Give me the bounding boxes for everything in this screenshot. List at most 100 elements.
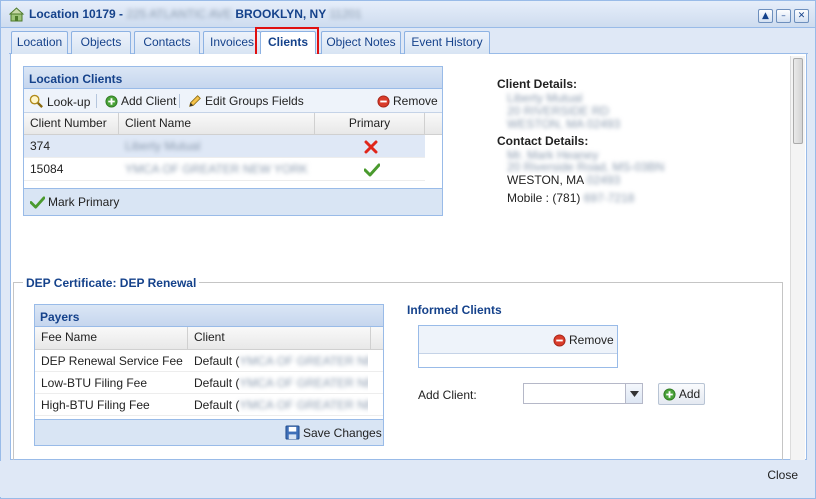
- save-changes-label: Save Changes: [303, 425, 382, 440]
- fee-client-cell: Default (YMCA OF GREATER NE...: [188, 350, 368, 373]
- client-number-cell: 374: [30, 139, 51, 153]
- tab-object-notes[interactable]: Object Notes: [321, 31, 401, 54]
- tab-objects[interactable]: Objects: [71, 31, 131, 54]
- magnifier-icon: [29, 94, 43, 108]
- add-client-button[interactable]: Add Client: [105, 94, 176, 108]
- payers-panel-footer: Save Changes: [35, 419, 383, 445]
- fee-name-cell: DEP Renewal Service Fee: [41, 354, 183, 368]
- location-clients-panel: Location Clients Look-up Add Client Edit…: [23, 66, 443, 216]
- add-client-select[interactable]: [523, 383, 643, 404]
- tab-event-history[interactable]: Event History: [404, 31, 490, 54]
- contact-city: WESTON, MA: [507, 173, 584, 187]
- fee-client-cell: Default (YMCA OF GREATER NE...: [188, 372, 368, 395]
- restore-icon[interactable]: ▲: [758, 9, 773, 23]
- fee-name-cell: High-BTU Filing Fee: [41, 398, 150, 412]
- client-details-line3: WESTON, MA 02493: [507, 117, 620, 131]
- col-fee-name[interactable]: Fee Name: [35, 327, 188, 349]
- close-icon[interactable]: ✕: [794, 9, 809, 23]
- minimize-icon[interactable]: –: [776, 9, 791, 23]
- save-changes-button[interactable]: Save Changes: [285, 425, 382, 440]
- col-client[interactable]: Client: [188, 327, 371, 349]
- close-button[interactable]: Close: [767, 468, 798, 482]
- fee-client-prefix: Default (: [194, 354, 240, 368]
- informed-clients-panel: Remove: [418, 325, 618, 368]
- mark-primary-button[interactable]: Mark Primary: [30, 195, 119, 209]
- fee-client-blurred: YMCA OF GREATER NE...: [239, 398, 368, 412]
- location-icon: [9, 7, 25, 22]
- check-icon: [30, 195, 45, 209]
- table-row[interactable]: DEP Renewal Service Fee Default (YMCA OF…: [35, 350, 383, 372]
- add-icon: [663, 387, 676, 401]
- window-footer: Close: [0, 461, 814, 497]
- add-button[interactable]: Add: [658, 383, 705, 405]
- fee-client-prefix: Default (: [194, 376, 240, 390]
- informed-clients-toolbar: Remove: [419, 326, 617, 354]
- tab-invoices[interactable]: Invoices: [203, 31, 261, 54]
- fee-client-cell: Default (YMCA OF GREATER NE...: [188, 394, 368, 417]
- payers-panel: Payers Fee Name Client DEP Renewal Servi…: [34, 304, 384, 446]
- payers-title: Payers: [35, 305, 383, 327]
- scrollbar-thumb[interactable]: [793, 58, 803, 144]
- dep-certificate-legend: DEP Certificate: DEP Renewal: [23, 276, 200, 290]
- col-client-name[interactable]: Client Name: [119, 113, 315, 135]
- informed-clients-title: Informed Clients: [407, 303, 502, 317]
- remove-label: Remove: [393, 94, 438, 108]
- contact-details-city: WESTON, MA 02493: [507, 173, 620, 187]
- remove-label: Remove: [569, 333, 614, 347]
- client-name-cell: Liberty Mutual: [119, 135, 315, 158]
- tab-location[interactable]: Location: [11, 31, 68, 54]
- tab-contacts[interactable]: Contacts: [134, 31, 200, 54]
- client-name-cell: YMCA OF GREATER NEW YORK: [119, 158, 315, 181]
- window-title: Location 10179 - 225 ATLANTIC AVE BROOKL…: [29, 7, 362, 21]
- lookup-button[interactable]: Look-up: [29, 94, 90, 109]
- table-row[interactable]: 15084 YMCA OF GREATER NEW YORK: [24, 158, 425, 181]
- edit-groups-label: Edit Groups Fields: [205, 94, 304, 108]
- contact-details-label: Contact Details:: [497, 134, 589, 148]
- vertical-scrollbar[interactable]: [790, 56, 805, 460]
- add-client-label: Add Client: [121, 94, 177, 108]
- client-address-blurred: 20 RIVERSIDE RD: [507, 104, 610, 118]
- chevron-down-icon[interactable]: [625, 384, 642, 403]
- client-name-blurred: YMCA OF GREATER NEW YORK: [125, 162, 308, 176]
- table-row[interactable]: Low-BTU Filing Fee Default (YMCA OF GREA…: [35, 372, 383, 394]
- client-name-blurred: Liberty Mutual: [507, 91, 583, 105]
- clients-panel-footer: Mark Primary: [24, 188, 442, 215]
- title-address: 225 ATLANTIC AVE: [126, 7, 232, 21]
- add-client-label: Add Client:: [418, 388, 477, 402]
- fee-client-blurred: YMCA OF GREATER NE...: [239, 354, 368, 368]
- mark-primary-label: Mark Primary: [48, 195, 120, 209]
- add-button-label: Add: [678, 387, 701, 401]
- edit-groups-button[interactable]: Edit Groups Fields: [188, 94, 304, 108]
- title-zip: 11201: [329, 7, 362, 21]
- contact-address-blurred: 20 Riverside Road, MS-03BN: [507, 160, 665, 174]
- toolbar-separator: [96, 94, 97, 108]
- remove-client-button[interactable]: Remove: [377, 94, 438, 108]
- location-clients-toolbar: Look-up Add Client Edit Groups Fields Re…: [24, 89, 442, 113]
- fee-name-cell: Low-BTU Filing Fee: [41, 376, 148, 390]
- tab-clients[interactable]: Clients: [260, 31, 316, 55]
- pencil-icon: [189, 95, 201, 107]
- col-primary[interactable]: Primary: [315, 113, 425, 135]
- table-row[interactable]: High-BTU Filing Fee Default (YMCA OF GRE…: [35, 394, 383, 416]
- add-icon: [105, 94, 118, 108]
- remove-informed-button[interactable]: Remove: [553, 333, 614, 347]
- fee-client-blurred: YMCA OF GREATER NE...: [239, 376, 368, 390]
- mobile-number-blurred: 697-7218: [583, 191, 635, 205]
- toolbar-separator: [179, 94, 180, 108]
- window-controls: ▲ – ✕: [758, 9, 809, 23]
- client-name-blurred: Liberty Mutual: [125, 139, 201, 153]
- client-details-label: Client Details:: [497, 77, 578, 91]
- title-city: BROOKLYN, NY: [235, 7, 327, 21]
- payers-grid-header: Fee Name Client: [35, 327, 383, 350]
- contact-zip-blurred: 02493: [586, 173, 621, 187]
- remove-icon: [377, 94, 390, 108]
- fee-client-prefix: Default (: [194, 398, 240, 412]
- window-titlebar[interactable]: Location 10179 - 225 ATLANTIC AVE BROOKL…: [1, 1, 815, 28]
- mobile-label: Mobile : (781): [507, 191, 581, 205]
- col-client-number[interactable]: Client Number: [24, 113, 119, 135]
- title-prefix: Location 10179 -: [29, 7, 124, 21]
- location-clients-title: Location Clients: [24, 67, 442, 89]
- lookup-label: Look-up: [47, 94, 91, 109]
- client-details-line1: Liberty Mutual: [507, 91, 582, 105]
- table-row[interactable]: 374 Liberty Mutual: [24, 135, 425, 158]
